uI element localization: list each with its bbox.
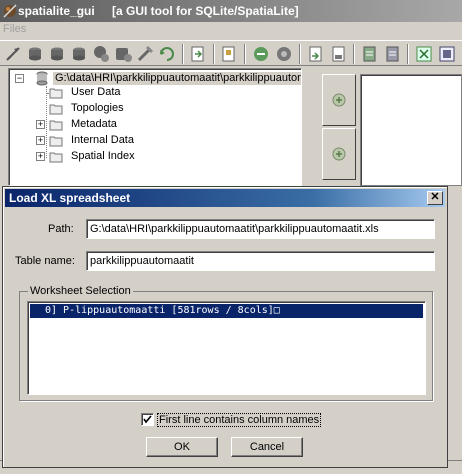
virtual-shapefile-icon[interactable] <box>219 44 239 64</box>
close-button[interactable]: ✕ <box>427 191 443 205</box>
create-db-icon[interactable] <box>25 44 45 64</box>
expand-icon[interactable]: + <box>36 152 45 161</box>
export-icon[interactable] <box>383 44 403 64</box>
toolbar-separator <box>182 44 184 64</box>
ok-button[interactable]: OK <box>146 437 218 457</box>
sql-editor[interactable] <box>360 74 462 186</box>
disconnect-db-icon[interactable] <box>69 44 89 64</box>
toolbar-separator <box>244 44 246 64</box>
load-xl-icon[interactable] <box>306 44 326 64</box>
folder-icon <box>49 152 63 163</box>
dialog-title: Load XL spreadsheet <box>9 191 131 205</box>
app-subtitle: [a GUI tool for SQLite/SpatiaLite] <box>112 4 299 18</box>
char-encoding-icon[interactable] <box>274 44 294 64</box>
dump-icon[interactable] <box>360 44 380 64</box>
toolbar-separator <box>299 44 301 64</box>
first-line-checkbox[interactable] <box>141 413 154 426</box>
path-label: Path: <box>48 223 74 235</box>
history-icon <box>332 147 346 161</box>
database-icon <box>36 71 48 86</box>
db-tree-panel[interactable]: − G:\data\HRI\parkkilippuautomaatit\park… <box>8 68 302 186</box>
tree-root-label: G:\data\HRI\parkkilippuautomaatit\parkki… <box>53 72 301 85</box>
collapse-icon[interactable]: − <box>15 74 24 83</box>
first-line-label[interactable]: First line contains column names <box>157 413 322 427</box>
create-memory-db-icon[interactable] <box>47 44 67 64</box>
folder-icon <box>49 104 63 115</box>
table-name-label: Table name: <box>15 255 75 267</box>
execute-sql-icon[interactable] <box>157 44 177 64</box>
execute-query-button[interactable] <box>322 74 356 126</box>
connect-db-icon[interactable] <box>3 44 23 64</box>
load-xl-dialog: Load XL spreadsheet ✕ Path: G:\data\HRI\… <box>2 186 448 468</box>
app-logo-icon <box>3 4 17 18</box>
toolbar-separator <box>213 44 215 64</box>
execute-icon <box>332 93 346 107</box>
list-item[interactable]: 0] P-lippuautomaatti [581rows / 8cols]□ <box>30 304 423 318</box>
menu-files[interactable]: Files <box>3 23 26 35</box>
checkmark-icon <box>143 415 152 424</box>
app-titlebar: spatialite_gui [a GUI tool for SQLite/Sp… <box>0 0 462 22</box>
app-title: spatialite_gui <box>18 4 95 18</box>
vacuum-icon[interactable] <box>135 44 155 64</box>
expand-icon[interactable]: + <box>36 136 45 145</box>
query-history-button[interactable] <box>322 128 356 180</box>
worksheet-selection-title: Worksheet Selection <box>28 285 133 297</box>
menubar: Files <box>0 22 462 39</box>
worksheet-selection-group: Worksheet Selection 0] P-lippuautomaatti… <box>19 285 433 401</box>
virtual-xl-icon[interactable] <box>329 44 349 64</box>
folder-icon <box>49 88 63 99</box>
folder-icon <box>49 136 63 147</box>
memory-db-load-icon[interactable] <box>91 44 111 64</box>
toolbar-separator <box>407 44 409 64</box>
srid-search-icon[interactable] <box>251 44 271 64</box>
cancel-button[interactable]: Cancel <box>231 437 303 457</box>
toolbar <box>0 40 462 66</box>
help-icon[interactable] <box>414 44 434 64</box>
load-shapefile-icon[interactable] <box>188 44 208 64</box>
about-icon[interactable] <box>437 44 457 64</box>
toolbar-separator <box>353 44 355 64</box>
expand-icon[interactable]: + <box>36 120 45 129</box>
path-field[interactable]: G:\data\HRI\parkkilippuautomaatit\parkki… <box>86 219 435 239</box>
worksheet-list[interactable]: 0] P-lippuautomaatti [581rows / 8cols]□ <box>27 301 426 395</box>
memory-db-save-icon[interactable] <box>113 44 133 64</box>
dialog-titlebar[interactable]: Load XL spreadsheet ✕ <box>5 189 445 207</box>
table-name-field[interactable]: parkkilippuautomaatit <box>86 251 435 271</box>
folder-icon <box>49 120 63 131</box>
sql-area <box>312 66 462 186</box>
tree-guide-line <box>46 86 47 158</box>
